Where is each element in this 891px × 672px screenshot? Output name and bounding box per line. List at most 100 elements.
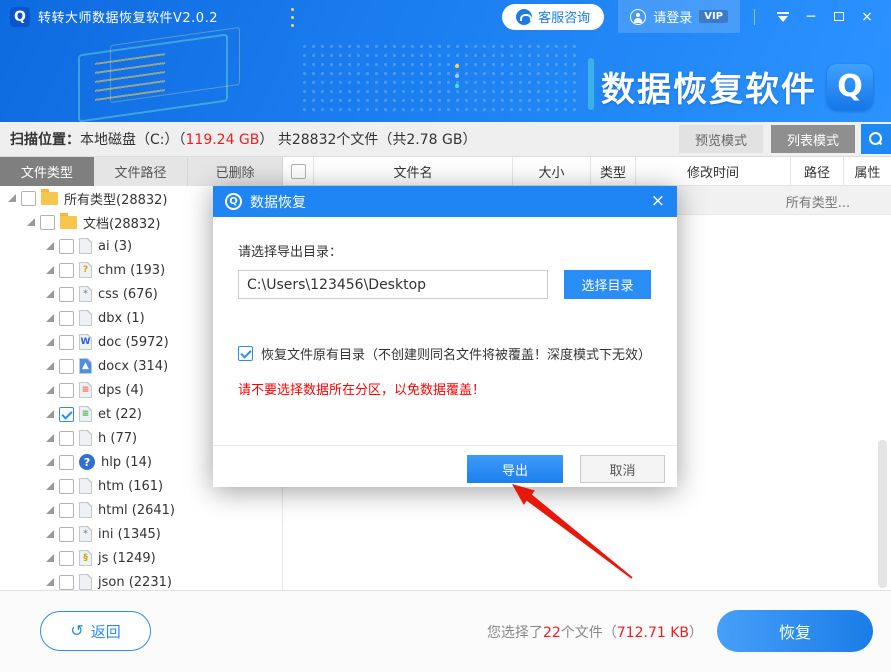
tree-item-15[interactable]: §js (1249) <box>0 546 282 570</box>
tree-checkbox[interactable] <box>59 455 74 470</box>
tab-0[interactable]: 文件类型 <box>0 157 94 186</box>
tree-item-14[interactable]: *ini (1345) <box>0 522 282 546</box>
folder-icon <box>60 216 77 229</box>
expander-icon[interactable] <box>46 554 54 562</box>
tree-checkbox[interactable] <box>59 431 74 446</box>
back-button[interactable]: ↺ 返回 <box>40 611 151 651</box>
export-button[interactable]: 导出 <box>467 455 563 483</box>
tree-checkbox[interactable] <box>59 263 74 278</box>
tree-checkbox[interactable] <box>59 383 74 398</box>
column-header-4[interactable]: 路径 <box>790 157 843 185</box>
expander-icon[interactable] <box>46 290 54 298</box>
dialog-close-icon[interactable]: × <box>651 193 665 210</box>
recover-button[interactable]: 恢复 <box>717 610 873 652</box>
restore-structure-label: 恢复文件原有目录（不创建则同名文件将被覆盖！深度模式下无效） <box>261 344 651 363</box>
column-header-3[interactable]: 修改时间 <box>635 157 790 185</box>
file-icon: * <box>79 526 92 542</box>
expander-icon[interactable] <box>46 434 54 442</box>
expander-icon[interactable] <box>46 506 54 514</box>
file-type-glyph: § <box>83 554 88 563</box>
tree-checkbox[interactable] <box>59 503 74 518</box>
brand-lockup: 数据恢复软件 Q <box>601 62 873 111</box>
partition-warning-text: 请不要选择数据所在分区，以免数据覆盖！ <box>238 379 485 398</box>
list-mode-button[interactable]: 列表模式 <box>771 125 855 153</box>
column-header-0[interactable]: 文件名 <box>313 157 512 185</box>
expander-icon[interactable] <box>46 266 54 274</box>
tree-item-label: htm (161) <box>98 479 163 494</box>
file-type-glyph: ≡ <box>82 410 90 419</box>
minimize-button[interactable]: ─ <box>797 0 825 33</box>
expander-icon[interactable] <box>8 194 16 202</box>
app-window: Q 转转大师数据恢复软件V2.0.2 客服咨询 请登录 VIP ─ × <box>0 0 891 672</box>
restore-structure-checkbox[interactable] <box>238 346 253 361</box>
expander-icon[interactable] <box>46 530 54 538</box>
tree-checkbox[interactable] <box>59 287 74 302</box>
customer-service-button[interactable]: 客服咨询 <box>502 4 604 30</box>
file-icon: ≡ <box>79 406 92 422</box>
file-icon: ≡ <box>79 382 92 398</box>
search-button[interactable] <box>861 124 891 154</box>
tree-item-label: html (2641) <box>98 503 175 518</box>
expander-icon[interactable] <box>46 362 54 370</box>
tree-checkbox[interactable] <box>59 359 74 374</box>
banner-decoration <box>588 58 594 110</box>
theme-button[interactable] <box>769 0 797 33</box>
tree-checkbox[interactable] <box>40 215 55 230</box>
headset-icon <box>516 9 532 25</box>
tree-checkbox[interactable] <box>59 407 74 422</box>
dialog-title: 数据恢复 <box>250 192 306 212</box>
tree-checkbox[interactable] <box>59 575 74 590</box>
tree-checkbox[interactable] <box>59 311 74 326</box>
file-icon: § <box>79 550 92 566</box>
column-header-2[interactable]: 类型 <box>590 157 635 185</box>
maximize-button[interactable] <box>825 0 853 33</box>
file-icon: * <box>79 286 92 302</box>
tree-checkbox[interactable] <box>59 551 74 566</box>
tab-1[interactable]: 文件路径 <box>94 157 189 186</box>
expander-icon[interactable] <box>46 338 54 346</box>
cancel-button[interactable]: 取消 <box>580 455 665 483</box>
tree-item-label: json (2231) <box>98 575 172 590</box>
dialog-divider <box>213 445 677 446</box>
tree-checkbox[interactable] <box>59 479 74 494</box>
tree-item-label: ai (3) <box>98 239 132 254</box>
expander-icon[interactable] <box>46 314 54 322</box>
file-type-glyph: W <box>81 338 91 347</box>
expander-icon[interactable] <box>46 458 54 466</box>
tree-item-label: dps (4) <box>98 383 144 398</box>
tree-item-label: et (22) <box>98 407 142 422</box>
tree-checkbox[interactable] <box>59 527 74 542</box>
summary-prefix: 您选择了 <box>487 625 543 641</box>
file-icon <box>79 310 92 326</box>
close-button[interactable]: × <box>853 0 881 33</box>
column-header-5[interactable]: 属性 <box>843 157 891 185</box>
file-type-glyph: ? <box>83 266 88 275</box>
expander-icon[interactable] <box>46 386 54 394</box>
vip-badge: VIP <box>699 10 728 23</box>
file-list-header: 文件名大小类型修改时间路径属性 <box>283 157 891 186</box>
tab-2[interactable]: 已删除 <box>188 157 283 186</box>
restore-structure-option: 恢复文件原有目录（不创建则同名文件将被覆盖！深度模式下无效） <box>238 344 651 363</box>
export-path-input[interactable] <box>238 270 548 299</box>
footer-bar: ↺ 返回 您选择了22个文件（712.71 KB） 恢复 <box>0 591 891 672</box>
column-header-1[interactable]: 大小 <box>512 157 590 185</box>
scan-disk: 本地磁盘（C:）（ <box>80 132 186 148</box>
expander-icon[interactable] <box>46 578 54 586</box>
tree-checkbox[interactable] <box>59 239 74 254</box>
tree-scrollbar-thumb[interactable] <box>878 440 887 588</box>
tree-checkbox[interactable] <box>59 335 74 350</box>
select-all-checkbox[interactable] <box>291 164 306 179</box>
selected-count: 22 <box>543 625 561 641</box>
expander-icon[interactable] <box>27 218 35 226</box>
preview-mode-button[interactable]: 预览模式 <box>679 125 763 153</box>
tree-checkbox[interactable] <box>21 191 36 206</box>
choose-directory-button[interactable]: 选择目录 <box>564 270 651 299</box>
expander-icon[interactable] <box>46 482 54 490</box>
tree-item-13[interactable]: html (2641) <box>0 498 282 522</box>
tree-item-16[interactable]: json (2231) <box>0 570 282 591</box>
search-icon <box>869 132 883 146</box>
banner-decoration <box>300 42 580 114</box>
expander-icon[interactable] <box>46 242 54 250</box>
login-button[interactable]: 请登录 VIP <box>618 0 740 33</box>
expander-icon[interactable] <box>46 410 54 418</box>
